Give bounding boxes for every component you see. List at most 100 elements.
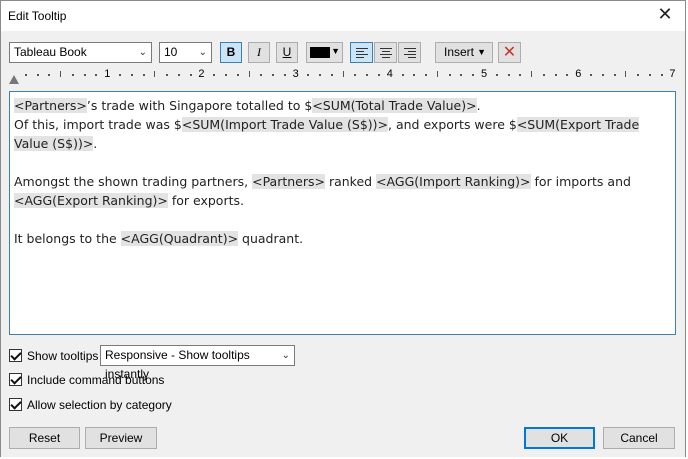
field-token: <SUM(Total Trade Value)> — [312, 98, 477, 113]
ruler-label: 5 — [481, 68, 488, 80]
editor-text: ’s trade with Singapore totalled to $ — [86, 98, 313, 113]
font-size-dropdown[interactable]: 10 ⌄ — [159, 42, 212, 63]
ruler-label: 1 — [104, 68, 111, 80]
allow-selection-checkbox[interactable] — [9, 398, 22, 411]
editor-text: ranked — [324, 174, 377, 189]
chevron-down-icon: ⌄ — [198, 47, 207, 58]
ruler-dot — [213, 74, 216, 76]
dropdown-arrow-icon: ▼ — [331, 46, 340, 56]
ruler-dot — [448, 74, 451, 76]
text-color-button[interactable]: ▼ — [306, 42, 343, 63]
editor-paragraph: <Partners>’s trade with Singapore totall… — [14, 96, 671, 115]
ruler-dot — [401, 74, 404, 76]
editor-paragraph: Amongst the shown trading partners, <Par… — [14, 172, 671, 210]
ruler-dot — [542, 74, 545, 76]
ruler-dot — [613, 74, 616, 76]
align-left-icon — [356, 48, 368, 60]
ok-button[interactable]: OK — [524, 427, 595, 449]
ruler-dot — [519, 74, 522, 76]
tooltip-text-editor[interactable]: <Partners>’s trade with Singapore totall… — [9, 91, 676, 335]
ruler-label: 3 — [292, 68, 299, 80]
chevron-down-icon: ⌄ — [138, 47, 147, 58]
ruler-dot — [366, 74, 369, 76]
include-command-buttons-checkbox[interactable] — [9, 373, 22, 386]
ruler-dot — [260, 74, 263, 76]
ruler-dot — [460, 74, 463, 76]
color-swatch — [310, 47, 330, 58]
ruler-dot — [307, 74, 310, 76]
field-token: <Partners> — [14, 98, 87, 113]
underline-button[interactable]: U — [276, 42, 298, 63]
editor-text: It belongs to the — [14, 231, 121, 246]
ruler-dot — [177, 74, 180, 76]
reset-button[interactable]: Reset — [9, 427, 80, 449]
field-token: <AGG(Quadrant)> — [120, 231, 239, 246]
ruler-dot — [272, 74, 275, 76]
cancel-button[interactable]: Cancel — [603, 427, 675, 449]
ruler-dot — [330, 74, 333, 76]
preview-button[interactable]: Preview — [85, 427, 157, 449]
ruler-dot — [130, 74, 133, 76]
edit-tooltip-dialog: Edit Tooltip ✕ Tableau Book ⌄ 10 ⌄ B I U… — [0, 0, 686, 457]
field-token: <Partners> — [252, 174, 325, 189]
field-token: <SUM(Import Trade Value (S$))> — [181, 117, 389, 132]
chevron-down-icon: ⌄ — [281, 350, 290, 361]
bold-button[interactable]: B — [220, 42, 242, 63]
ruler-tick — [342, 71, 344, 77]
editor-text: for exports. — [167, 193, 244, 208]
ruler-dot — [283, 74, 286, 76]
editor-text: Amongst the shown trading partners, — [14, 174, 253, 189]
ruler-dot — [48, 74, 51, 76]
ruler-dot — [95, 74, 98, 76]
ruler-dot — [601, 74, 604, 76]
ruler-dot — [189, 74, 192, 76]
ruler-dot — [413, 74, 416, 76]
ruler-dot — [83, 74, 86, 76]
editor-text: quadrant. — [238, 231, 304, 246]
ruler-dot — [648, 74, 651, 76]
font-size-value: 10 — [164, 45, 178, 59]
insert-button[interactable]: Insert ▼ — [435, 42, 493, 63]
ruler-tick — [154, 71, 156, 77]
ruler-dot — [71, 74, 74, 76]
ruler-label: 7 — [669, 68, 676, 80]
ruler-dot — [495, 74, 498, 76]
align-center-button[interactable] — [374, 42, 397, 63]
ruler-tick — [436, 71, 438, 77]
editor-text: . — [476, 98, 481, 113]
title-bar: Edit Tooltip ✕ — [1, 1, 685, 31]
font-family-value: Tableau Book — [14, 45, 87, 59]
ruler-tick — [625, 71, 627, 77]
align-right-button[interactable] — [398, 42, 421, 63]
ruler-dot — [566, 74, 569, 76]
ruler-tick — [531, 71, 533, 77]
ruler-dot — [236, 74, 239, 76]
tooltip-mode-dropdown[interactable]: Responsive - Show tooltips instantly ⌄ — [100, 345, 295, 381]
field-token: <AGG(Export Ranking)> — [14, 193, 168, 208]
editor-text: , and exports were $ — [388, 117, 517, 132]
ruler-label: 2 — [198, 68, 205, 80]
show-tooltips-label[interactable]: Show tooltips — [27, 349, 98, 363]
insert-label: Insert — [444, 45, 475, 59]
italic-button[interactable]: I — [248, 42, 270, 63]
ruler-dot — [472, 74, 475, 76]
show-tooltips-checkbox[interactable] — [9, 349, 22, 362]
close-icon[interactable]: ✕ — [655, 5, 675, 25]
ruler-dot — [660, 74, 663, 76]
ruler-dot — [507, 74, 510, 76]
editor-text: . — [93, 136, 98, 151]
include-command-buttons-label[interactable]: Include command buttons — [27, 373, 164, 387]
align-right-icon — [404, 48, 416, 60]
ruler-dot — [118, 74, 121, 76]
ruler-dot — [554, 74, 557, 76]
font-family-dropdown[interactable]: Tableau Book ⌄ — [9, 42, 152, 63]
field-token: <AGG(Import Ranking)> — [376, 174, 531, 189]
indent-marker-icon[interactable] — [9, 75, 19, 84]
editor-paragraph: Of this, import trade was $<SUM(Import T… — [14, 115, 671, 153]
ruler-dot — [589, 74, 592, 76]
clear-formatting-button[interactable]: ✕ — [498, 42, 521, 63]
ruler-label: 4 — [386, 68, 393, 80]
align-left-button[interactable] — [350, 42, 373, 63]
allow-selection-label[interactable]: Allow selection by category — [27, 398, 172, 412]
